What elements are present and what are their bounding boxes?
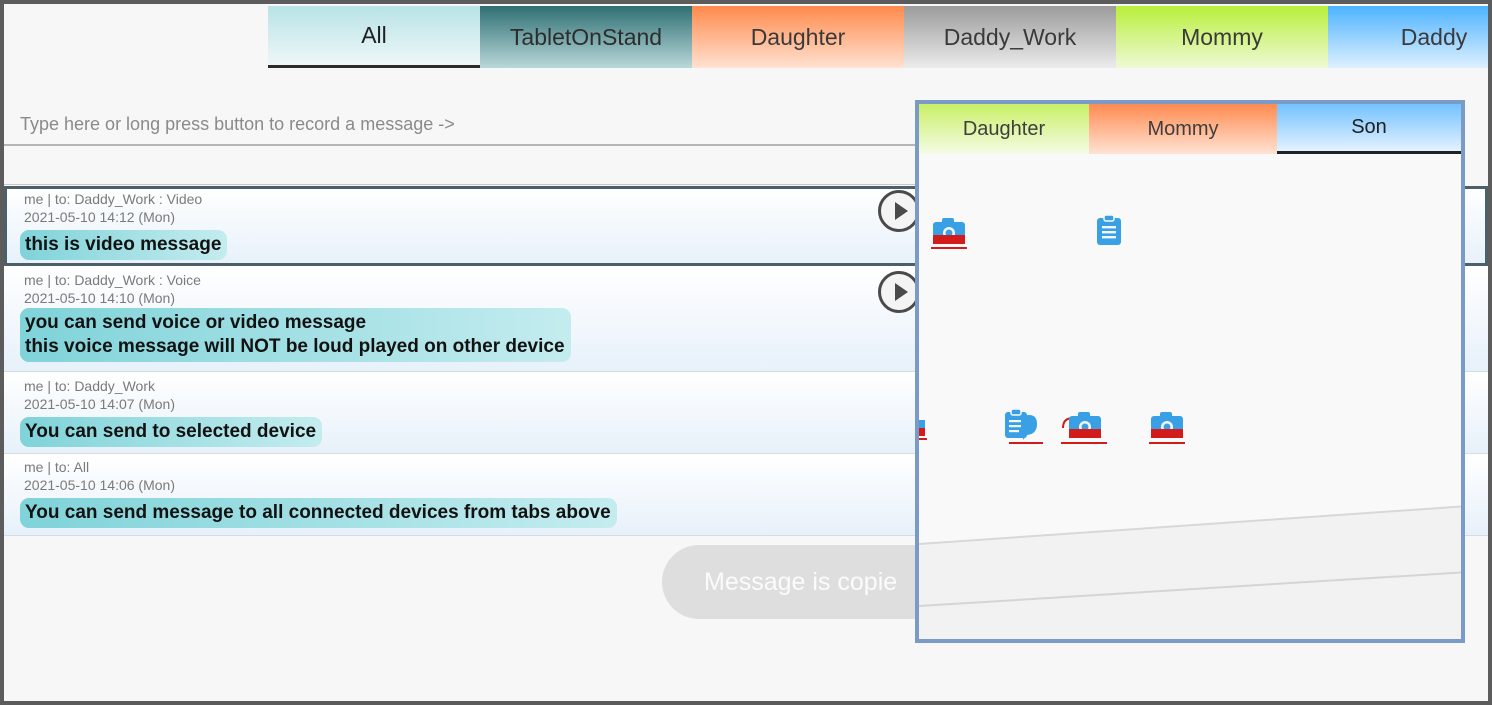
tab-label: All bbox=[361, 22, 387, 48]
camera-icon[interactable] bbox=[931, 214, 967, 250]
play-button[interactable] bbox=[878, 271, 920, 313]
message-timestamp: 2021-05-10 14:07 (Mon) bbox=[24, 396, 175, 412]
message-meta: me | to: All 2021-05-10 14:06 (Mon) bbox=[24, 458, 175, 494]
clipboard-icon[interactable] bbox=[1095, 214, 1123, 246]
tab-label: Son bbox=[1351, 116, 1387, 138]
play-button[interactable] bbox=[878, 190, 920, 232]
camera-icon[interactable] bbox=[1059, 408, 1109, 448]
tab-label: Daddy_Work bbox=[943, 23, 1077, 50]
play-icon bbox=[894, 283, 908, 301]
preview-tab-bar: Daughter Mommy Son bbox=[919, 104, 1461, 154]
tab-daughter[interactable]: Daughter bbox=[692, 6, 904, 68]
preview-tab-daughter[interactable]: Daughter bbox=[919, 104, 1089, 154]
message-timestamp: 2021-05-10 14:12 (Mon) bbox=[24, 209, 175, 225]
tab-daddy[interactable]: Daddy bbox=[1328, 6, 1488, 68]
tab-all[interactable]: All bbox=[268, 6, 480, 68]
background-lines bbox=[919, 505, 1461, 639]
clipboard-icon[interactable] bbox=[1003, 408, 1047, 446]
message-text: this voice message will NOT be loud play… bbox=[25, 336, 565, 357]
camera-icon bbox=[919, 420, 927, 440]
camera-icon[interactable] bbox=[1149, 408, 1185, 446]
tab-mommy[interactable]: Mommy bbox=[1116, 6, 1328, 68]
message-bubble: You can send message to all connected de… bbox=[20, 498, 617, 528]
message-timestamp: 2021-05-10 14:06 (Mon) bbox=[24, 477, 175, 493]
message-recipient: me | to: Daddy_Work : Video bbox=[24, 191, 203, 207]
preview-tab-mommy[interactable]: Mommy bbox=[1089, 104, 1277, 154]
tab-label: Mommy bbox=[1181, 23, 1263, 50]
tab-tabletonstand[interactable]: TabletOnStand bbox=[480, 6, 692, 68]
message-bubble: you can send voice or video message this… bbox=[20, 308, 571, 362]
tab-label: Daughter bbox=[750, 23, 846, 50]
message-text: this is video message bbox=[25, 234, 222, 255]
message-recipient: me | to: All bbox=[24, 459, 90, 475]
message-bubble: You can send to selected device bbox=[20, 417, 323, 447]
preview-tab-son[interactable]: Son bbox=[1277, 104, 1461, 154]
tab-label: TabletOnStand bbox=[509, 23, 663, 50]
toast-text: Message is copie bbox=[704, 567, 898, 596]
message-text: you can send voice or video message bbox=[25, 312, 367, 333]
device-preview-panel: Daughter Mommy Son bbox=[915, 100, 1465, 643]
message-input[interactable] bbox=[4, 104, 916, 144]
message-text: You can send message to all connected de… bbox=[25, 502, 611, 523]
message-timestamp: 2021-05-10 14:10 (Mon) bbox=[24, 290, 175, 306]
tab-daddy-work[interactable]: Daddy_Work bbox=[904, 6, 1116, 68]
message-bubble: this is video message bbox=[20, 230, 228, 260]
tab-label: Mommy bbox=[1147, 117, 1219, 140]
divider bbox=[4, 184, 916, 185]
device-tab-bar: All TabletOnStand Daughter Daddy_Work Mo… bbox=[268, 6, 1488, 68]
message-meta: me | to: Daddy_Work 2021-05-10 14:07 (Mo… bbox=[24, 377, 175, 413]
message-text: You can send to selected device bbox=[25, 421, 317, 442]
tab-label: Daddy bbox=[1400, 23, 1468, 50]
play-icon bbox=[894, 202, 908, 220]
message-meta: me | to: Daddy_Work : Voice 2021-05-10 1… bbox=[24, 271, 201, 307]
message-meta: me | to: Daddy_Work : Video 2021-05-10 1… bbox=[24, 190, 202, 226]
message-input-row bbox=[4, 104, 916, 146]
message-recipient: me | to: Daddy_Work bbox=[24, 378, 155, 394]
tab-label: Daughter bbox=[962, 117, 1046, 140]
message-recipient: me | to: Daddy_Work : Voice bbox=[24, 272, 201, 288]
